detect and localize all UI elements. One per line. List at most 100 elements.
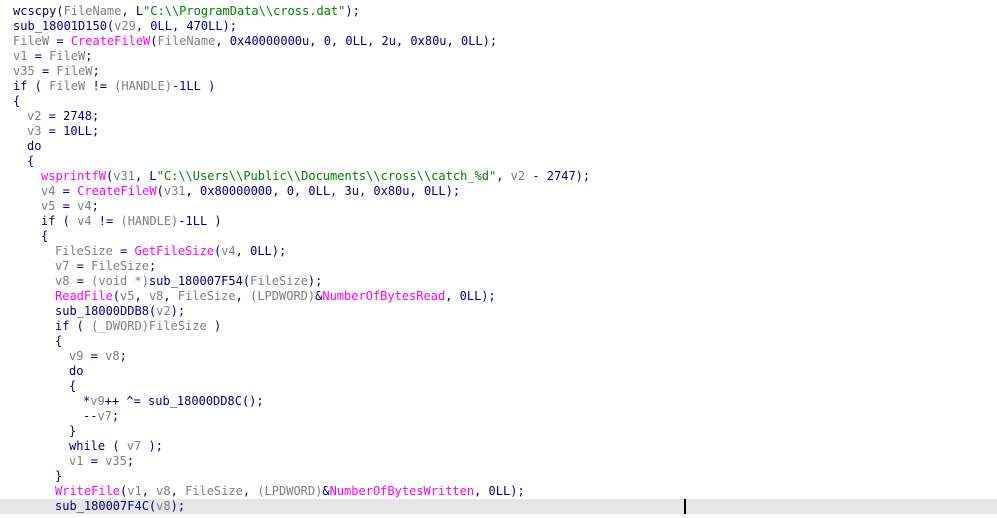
- variable-token[interactable]: v9: [90, 394, 104, 408]
- variable-token[interactable]: v31: [164, 184, 186, 198]
- variable-token[interactable]: v5: [41, 199, 55, 213]
- code-line[interactable]: FileSize = GetFileSize(v4, 0LL);: [0, 244, 997, 259]
- variable-token[interactable]: FileSize: [55, 244, 113, 258]
- code-line[interactable]: {: [0, 94, 997, 109]
- string-literal-token[interactable]: "C:\\ProgramData\\cross.dat": [143, 4, 345, 18]
- string-literal-token[interactable]: "C:\\Users\\Public\\Documents\\cross\\ca…: [157, 169, 497, 183]
- variable-token[interactable]: v8: [156, 499, 170, 513]
- type-cast-token[interactable]: (LPDWORD): [250, 289, 315, 303]
- code-line[interactable]: if ( v4 != (HANDLE)-1LL ): [0, 214, 997, 229]
- code-line[interactable]: if ( FileW != (HANDLE)-1LL ): [0, 79, 997, 94]
- type-cast-token[interactable]: (LPDWORD): [257, 484, 322, 498]
- code-line[interactable]: {: [0, 334, 997, 349]
- code-line[interactable]: v2 = 2748;: [0, 109, 997, 124]
- variable-token[interactable]: FileW: [56, 64, 92, 78]
- variable-token[interactable]: FileName: [64, 4, 122, 18]
- code-line[interactable]: WriteFile(v1, v8, FileSize, (LPDWORD)&Nu…: [0, 484, 997, 499]
- variable-token[interactable]: v29: [114, 19, 136, 33]
- function-call-token[interactable]: wsprintfW: [41, 169, 106, 183]
- variable-token[interactable]: v4: [77, 214, 91, 228]
- code-line[interactable]: v3 = 10LL;: [0, 124, 997, 139]
- code-token: do: [27, 139, 42, 153]
- variable-token[interactable]: v5: [120, 289, 134, 303]
- code-token: =: [83, 349, 106, 363]
- code-line[interactable]: v1 = FileW;: [0, 49, 997, 64]
- code-line-text: if ( v4 != (HANDLE)-1LL ): [41, 214, 222, 229]
- variable-token[interactable]: v8: [55, 274, 69, 288]
- variable-token[interactable]: v2: [27, 109, 41, 123]
- global-name-token[interactable]: NumberOfBytesRead: [322, 289, 445, 303]
- variable-token[interactable]: v8: [149, 289, 163, 303]
- code-line[interactable]: v5 = v4;: [0, 199, 997, 214]
- code-line[interactable]: v7 = FileSize;: [0, 259, 997, 274]
- code-line[interactable]: {: [0, 229, 997, 244]
- variable-token[interactable]: v1: [69, 454, 83, 468]
- global-name-token[interactable]: NumberOfBytesWritten: [330, 484, 475, 498]
- code-token: );: [345, 4, 360, 18]
- code-token: }: [69, 424, 77, 438]
- code-line[interactable]: FileW = CreateFileW(FileName, 0x40000000…: [0, 34, 997, 49]
- code-line[interactable]: ReadFile(v5, v8, FileSize, (LPDWORD)&Num…: [0, 289, 997, 304]
- variable-token[interactable]: v35: [13, 64, 35, 78]
- current-code-line[interactable]: sub_180007F4C(v8);: [0, 499, 997, 514]
- code-line[interactable]: *v9++ ^= sub_18000DD8C();: [0, 394, 997, 409]
- type-cast-token[interactable]: (HANDLE): [114, 79, 172, 93]
- code-line[interactable]: }: [0, 424, 997, 439]
- function-call-token[interactable]: CreateFileW: [71, 34, 150, 48]
- code-line[interactable]: v35 = FileW;: [0, 64, 997, 79]
- variable-token[interactable]: v8: [156, 484, 170, 498]
- variable-token[interactable]: v31: [113, 169, 135, 183]
- variable-token[interactable]: FileW: [49, 49, 85, 63]
- variable-token[interactable]: v7: [127, 439, 141, 453]
- code-line[interactable]: v1 = v35;: [0, 454, 997, 469]
- type-cast-token[interactable]: (void *): [91, 274, 149, 288]
- text-cursor: [684, 499, 686, 514]
- code-token: ,: [242, 484, 258, 498]
- code-line[interactable]: sub_18000DDB8(v2);: [0, 304, 997, 319]
- function-call-token[interactable]: CreateFileW: [77, 184, 156, 198]
- code-line[interactable]: }: [0, 469, 997, 484]
- code-line[interactable]: wsprintfW(v31, L"C:\\Users\\Public\\Docu…: [0, 169, 997, 184]
- variable-token[interactable]: FileSize: [250, 274, 308, 288]
- variable-token[interactable]: FileW: [13, 34, 49, 48]
- variable-token[interactable]: v2: [156, 304, 170, 318]
- code-token: {: [13, 94, 21, 108]
- variable-token[interactable]: v35: [105, 454, 127, 468]
- function-call-token[interactable]: GetFileSize: [134, 244, 213, 258]
- code-line[interactable]: while ( v7 );: [0, 439, 997, 454]
- variable-token[interactable]: FileSize: [178, 289, 236, 303]
- code-line[interactable]: --v7;: [0, 409, 997, 424]
- variable-token[interactable]: v2: [511, 169, 525, 183]
- variable-token[interactable]: v4: [221, 244, 235, 258]
- type-cast-token[interactable]: (HANDLE): [120, 214, 178, 228]
- code-line[interactable]: sub_18001D150(v29, 0LL, 470LL);: [0, 19, 997, 34]
- variable-token[interactable]: v3: [27, 124, 41, 138]
- variable-token[interactable]: FileW: [49, 79, 85, 93]
- function-call-token[interactable]: ReadFile: [55, 289, 113, 303]
- code-line[interactable]: wcscpy(FileName, L"C:\\ProgramData\\cros…: [0, 4, 997, 19]
- type-cast-token[interactable]: (_DWORD): [91, 319, 149, 333]
- function-call-token[interactable]: WriteFile: [55, 484, 120, 498]
- code-line[interactable]: v4 = CreateFileW(v31, 0x80000000, 0, 0LL…: [0, 184, 997, 199]
- variable-token[interactable]: v8: [105, 349, 119, 363]
- code-token: , 0x80000000, 0, 0LL, 3u, 0x80u, 0LL);: [185, 184, 461, 198]
- variable-token[interactable]: v4: [77, 199, 91, 213]
- code-line[interactable]: do: [0, 139, 997, 154]
- code-line[interactable]: {: [0, 154, 997, 169]
- variable-token[interactable]: FileSize: [149, 319, 207, 333]
- variable-token[interactable]: v7: [97, 409, 111, 423]
- variable-token[interactable]: v4: [41, 184, 55, 198]
- code-line[interactable]: v8 = (void *)sub_180007F54(FileSize);: [0, 274, 997, 289]
- variable-token[interactable]: FileSize: [91, 259, 149, 273]
- variable-token[interactable]: FileName: [158, 34, 216, 48]
- variable-token[interactable]: FileSize: [185, 484, 243, 498]
- variable-token[interactable]: v7: [55, 259, 69, 273]
- code-line[interactable]: do: [0, 364, 997, 379]
- code-line[interactable]: v9 = v8;: [0, 349, 997, 364]
- code-line[interactable]: {: [0, 379, 997, 394]
- variable-token[interactable]: v1: [127, 484, 141, 498]
- code-line[interactable]: if ( (_DWORD)FileSize ): [0, 319, 997, 334]
- variable-token[interactable]: v1: [13, 49, 27, 63]
- pseudocode-view[interactable]: wcscpy(FileName, L"C:\\ProgramData\\cros…: [0, 0, 997, 518]
- variable-token[interactable]: v9: [69, 349, 83, 363]
